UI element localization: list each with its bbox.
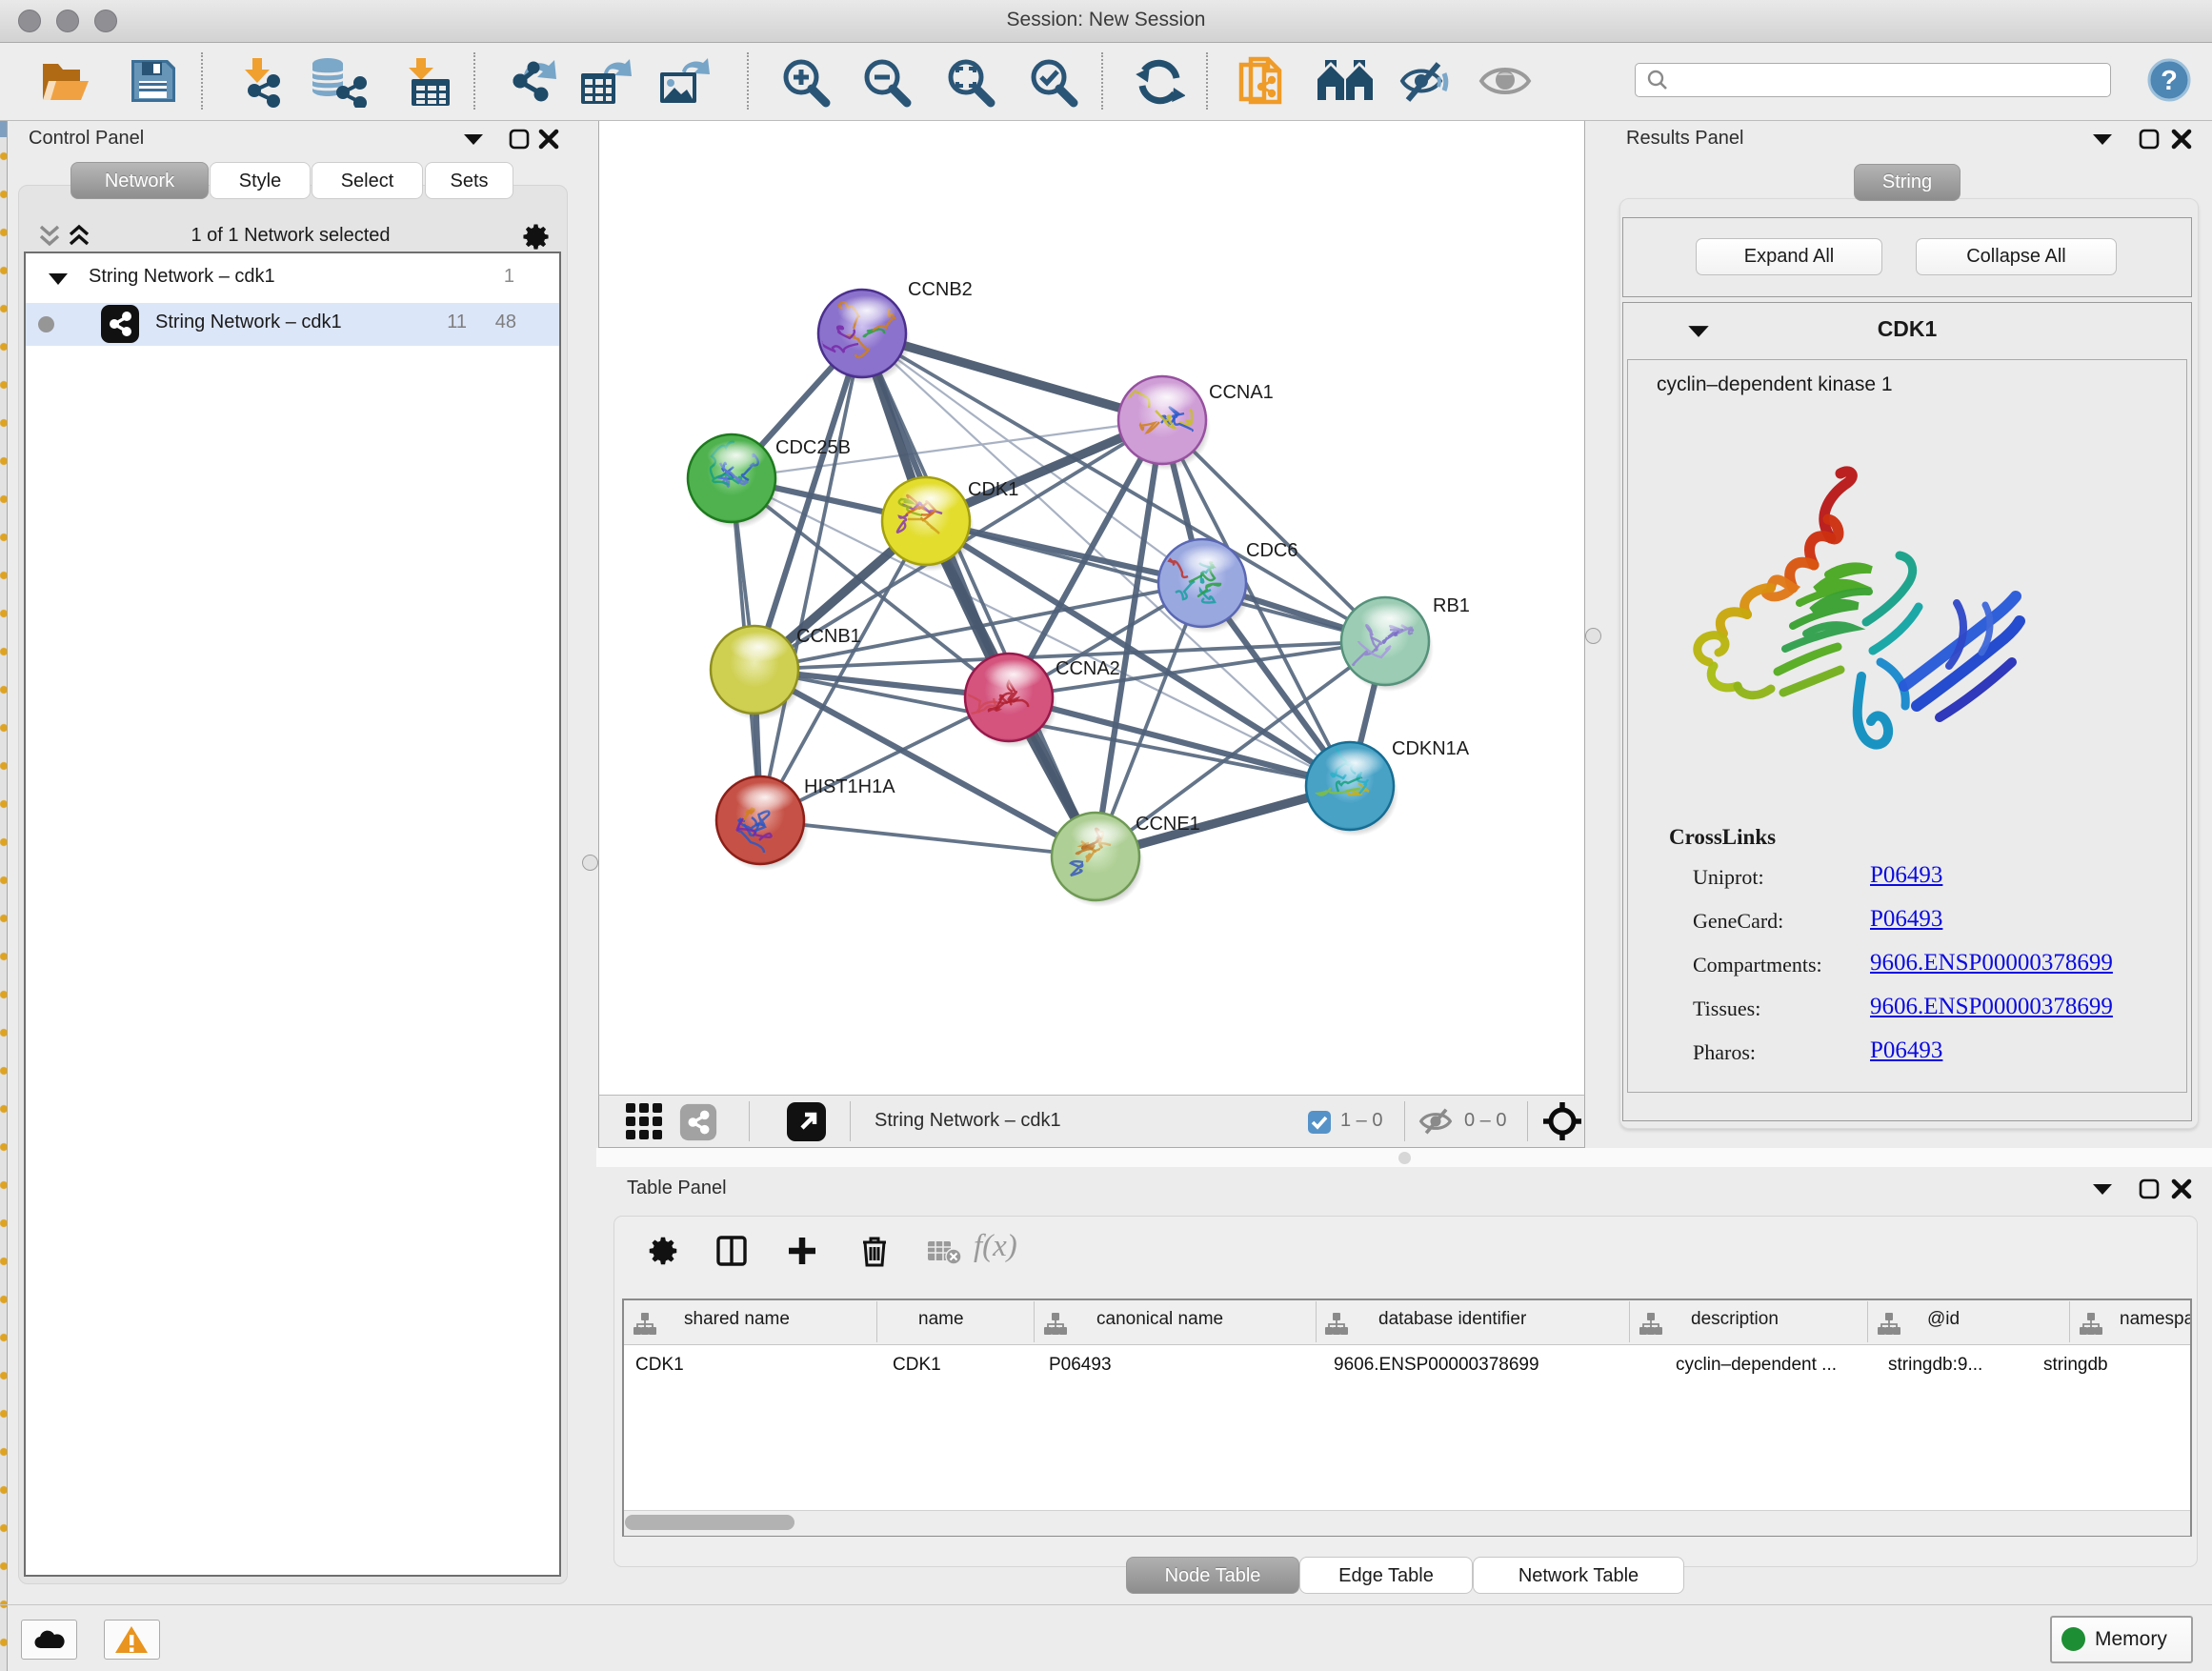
svg-text:CDC25B: CDC25B xyxy=(775,437,851,458)
svg-text:HIST1H1A: HIST1H1A xyxy=(804,776,895,797)
svg-text:CCNB1: CCNB1 xyxy=(796,626,861,647)
svg-text:CDKN1A: CDKN1A xyxy=(1392,738,1470,759)
svg-text:CDK1: CDK1 xyxy=(968,479,1018,500)
svg-text:RB1: RB1 xyxy=(1433,595,1470,616)
svg-text:CCNE1: CCNE1 xyxy=(1136,814,1200,835)
svg-text:CCNB2: CCNB2 xyxy=(908,279,973,300)
svg-text:?: ? xyxy=(2161,66,2178,96)
svg-text:CDC6: CDC6 xyxy=(1246,540,1297,561)
svg-text:CCNA2: CCNA2 xyxy=(1056,658,1120,679)
svg-text:CCNA1: CCNA1 xyxy=(1209,382,1274,403)
